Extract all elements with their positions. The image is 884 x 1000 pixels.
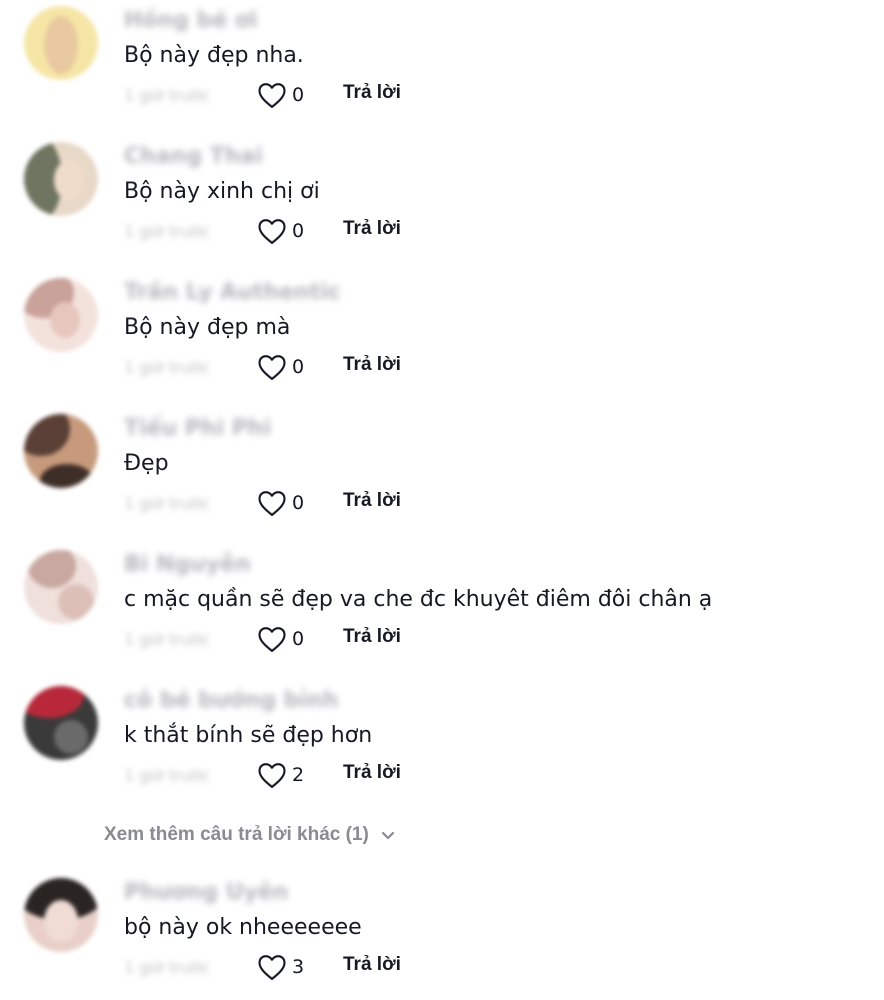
comment-timestamp: 1 giờ trước [124, 494, 211, 513]
comment-timestamp: 1 giờ trước [124, 358, 211, 377]
comment-item: Hồng bé ơi Bộ này đẹp nha. 1 giờ trước 0… [0, 0, 884, 120]
heart-icon [258, 627, 286, 652]
comment-username[interactable]: Bi Nguyễn [124, 552, 251, 577]
like-count: 3 [292, 956, 305, 978]
comment-item: Chang Thai Bộ này xinh chị ơi 1 giờ trướ… [0, 136, 884, 256]
comment-text: Bộ này xinh chị ơi [124, 179, 320, 204]
comment-text: k thắt bính sẽ đẹp hơn [124, 723, 373, 748]
like-count: 0 [292, 220, 305, 242]
avatar[interactable] [24, 878, 98, 952]
heart-icon [258, 83, 286, 108]
like-count: 0 [292, 492, 305, 514]
comment-item: Trần Ly Authentic Bộ này đẹp mà 1 giờ tr… [0, 272, 884, 392]
reply-button[interactable]: Trả lời [343, 762, 401, 784]
comment-username[interactable]: Trần Ly Authentic [124, 280, 341, 305]
comment-timestamp: 1 giờ trước [124, 222, 211, 241]
heart-icon [258, 355, 286, 380]
reply-button[interactable]: Trả lời [343, 490, 401, 512]
comment-timestamp: 1 giờ trước [124, 86, 211, 105]
avatar[interactable] [24, 550, 98, 624]
reply-button[interactable]: Trả lời [343, 354, 401, 376]
comment-text: Bộ này đẹp nha. [124, 43, 304, 68]
comment-item: cô bé bướng bỉnh k thắt bính sẽ đẹp hơn … [0, 680, 884, 800]
comment-text: Đẹp [124, 451, 169, 476]
like-count: 0 [292, 356, 305, 378]
comment-username[interactable]: cô bé bướng bỉnh [124, 688, 338, 713]
reply-button[interactable]: Trả lời [343, 626, 401, 648]
comment-text: c mặc quần sẽ đẹp va che đc khuyêt điêm … [124, 587, 713, 612]
like-button[interactable]: 0 [257, 216, 304, 246]
like-button[interactable]: 0 [257, 624, 304, 654]
like-count: 0 [292, 628, 305, 650]
comment-username[interactable]: Hồng bé ơi [124, 8, 258, 33]
heart-icon [258, 219, 286, 244]
avatar[interactable] [24, 414, 98, 488]
view-more-replies-button[interactable]: Xem thêm câu trả lời khác (1) [104, 824, 397, 846]
reply-button[interactable]: Trả lời [343, 82, 401, 104]
like-button[interactable]: 3 [257, 952, 304, 982]
comment-username[interactable]: Chang Thai [124, 144, 263, 169]
comment-item: Phương Uyên bộ này ok nheeeeeee 1 giờ tr… [0, 872, 884, 992]
avatar[interactable] [24, 6, 98, 80]
like-button[interactable]: 0 [257, 352, 304, 382]
comment-username[interactable]: Phương Uyên [124, 880, 288, 905]
comment-text: bộ này ok nheeeeeee [124, 915, 362, 940]
avatar[interactable] [24, 278, 98, 352]
comment-timestamp: 1 giờ trước [124, 766, 211, 785]
comment-timestamp: 1 giờ trước [124, 958, 211, 977]
reply-button[interactable]: Trả lời [343, 954, 401, 976]
chevron-down-icon [381, 831, 394, 840]
like-button[interactable]: 2 [257, 760, 304, 790]
comment-username[interactable]: Tiểu Phi Phi [124, 416, 271, 441]
heart-icon [258, 763, 286, 788]
comment-item: Bi Nguyễn c mặc quần sẽ đẹp va che đc kh… [0, 544, 884, 664]
like-button[interactable]: 0 [257, 488, 304, 518]
avatar[interactable] [24, 142, 98, 216]
reply-button[interactable]: Trả lời [343, 218, 401, 240]
heart-icon [258, 491, 286, 516]
view-more-label: Xem thêm câu trả lời khác (1) [104, 824, 369, 845]
comment-text: Bộ này đẹp mà [124, 315, 291, 340]
like-count: 2 [292, 764, 305, 786]
comment-item: Tiểu Phi Phi Đẹp 1 giờ trước 0 Trả lời [0, 408, 884, 528]
like-button[interactable]: 0 [257, 80, 304, 110]
like-count: 0 [292, 84, 305, 106]
heart-icon [258, 955, 286, 980]
comment-timestamp: 1 giờ trước [124, 630, 211, 649]
avatar[interactable] [24, 686, 98, 760]
